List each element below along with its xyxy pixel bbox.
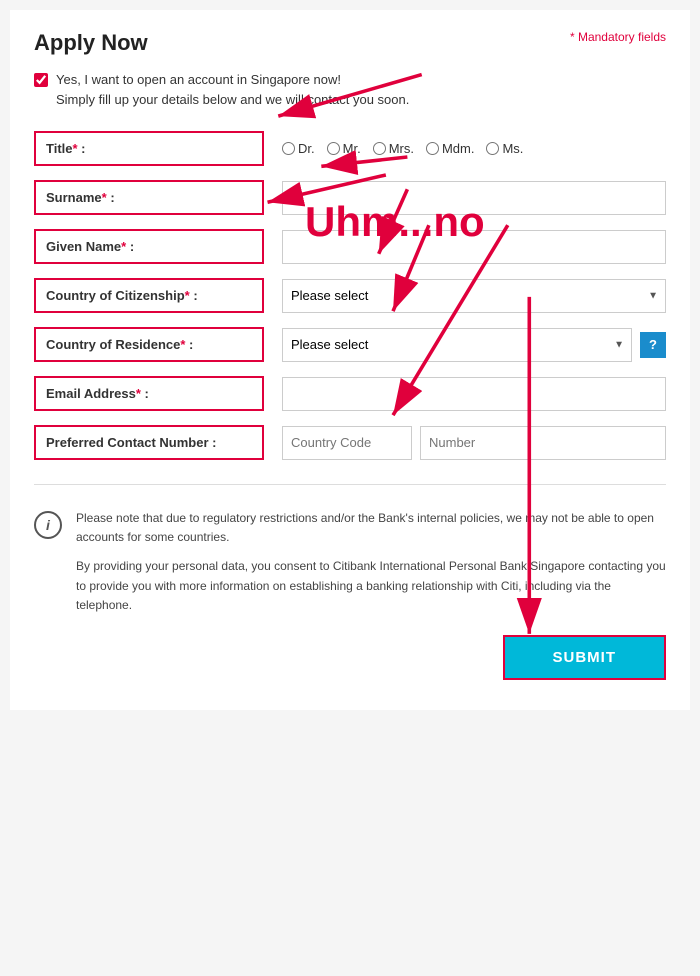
mandatory-note: * Mandatory fields [570, 30, 666, 44]
title-option-ms[interactable]: Ms. [486, 141, 523, 156]
surname-field-row: Surname* : [34, 180, 666, 215]
title-radio-mrs[interactable] [373, 142, 386, 155]
phone-label: Preferred Contact Number : [34, 425, 264, 460]
residence-select-wrapper: Please select [282, 328, 632, 362]
title-radio-dr[interactable] [282, 142, 295, 155]
title-radio-mdm[interactable] [426, 142, 439, 155]
title-option-dr[interactable]: Dr. [282, 141, 315, 156]
given-name-input[interactable] [282, 230, 666, 264]
residence-select[interactable]: Please select [282, 328, 632, 362]
header-row: Apply Now * Mandatory fields [34, 30, 666, 56]
title-field-area: Dr. Mr. Mrs. Mdm. Ms. [282, 141, 666, 156]
info-section: i Please note that due to regulatory res… [34, 509, 666, 615]
page-title: Apply Now [34, 30, 148, 56]
email-field-area [282, 377, 666, 411]
phone-country-code-input[interactable] [282, 426, 412, 460]
citizenship-select[interactable]: Please select [282, 279, 666, 313]
title-option-mrs[interactable]: Mrs. [373, 141, 414, 156]
title-label: Title* : [34, 131, 264, 166]
phone-number-input[interactable] [420, 426, 666, 460]
title-radio-mr[interactable] [327, 142, 340, 155]
given-name-field-row: Given Name* : [34, 229, 666, 264]
main-container: Apply Now * Mandatory fields Yes, I want… [10, 10, 690, 710]
residence-field-row: Country of Residence* : Please select ? [34, 327, 666, 362]
given-name-field-area [282, 230, 666, 264]
title-option-mdm[interactable]: Mdm. [426, 141, 475, 156]
title-radio-group: Dr. Mr. Mrs. Mdm. Ms. [282, 141, 523, 156]
surname-input[interactable] [282, 181, 666, 215]
residence-field-area: Please select ? [282, 328, 666, 362]
title-radio-ms[interactable] [486, 142, 499, 155]
email-label: Email Address* : [34, 376, 264, 411]
title-field-row: Title* : Dr. Mr. Mrs. Mdm. [34, 131, 666, 166]
checkbox-row: Yes, I want to open an account in Singap… [34, 70, 666, 109]
submit-row: SUBMIT [34, 635, 666, 680]
citizenship-field-area: Please select [282, 279, 666, 313]
title-option-mr[interactable]: Mr. [327, 141, 361, 156]
surname-field-area [282, 181, 666, 215]
citizenship-field-row: Country of Citizenship* : Please select [34, 278, 666, 313]
phone-field-row: Preferred Contact Number : [34, 425, 666, 460]
citizenship-select-wrapper: Please select [282, 279, 666, 313]
info-icon: i [34, 511, 62, 539]
phone-field-area [282, 426, 666, 460]
residence-help-button[interactable]: ? [640, 332, 666, 358]
surname-label: Surname* : [34, 180, 264, 215]
divider [34, 484, 666, 485]
residence-label: Country of Residence* : [34, 327, 264, 362]
info-text: Please note that due to regulatory restr… [76, 509, 666, 615]
submit-button[interactable]: SUBMIT [503, 635, 667, 680]
given-name-label: Given Name* : [34, 229, 264, 264]
checkbox-text: Yes, I want to open an account in Singap… [56, 70, 409, 109]
email-field-row: Email Address* : [34, 376, 666, 411]
email-input[interactable] [282, 377, 666, 411]
open-account-checkbox[interactable] [34, 73, 48, 87]
citizenship-label: Country of Citizenship* : [34, 278, 264, 313]
